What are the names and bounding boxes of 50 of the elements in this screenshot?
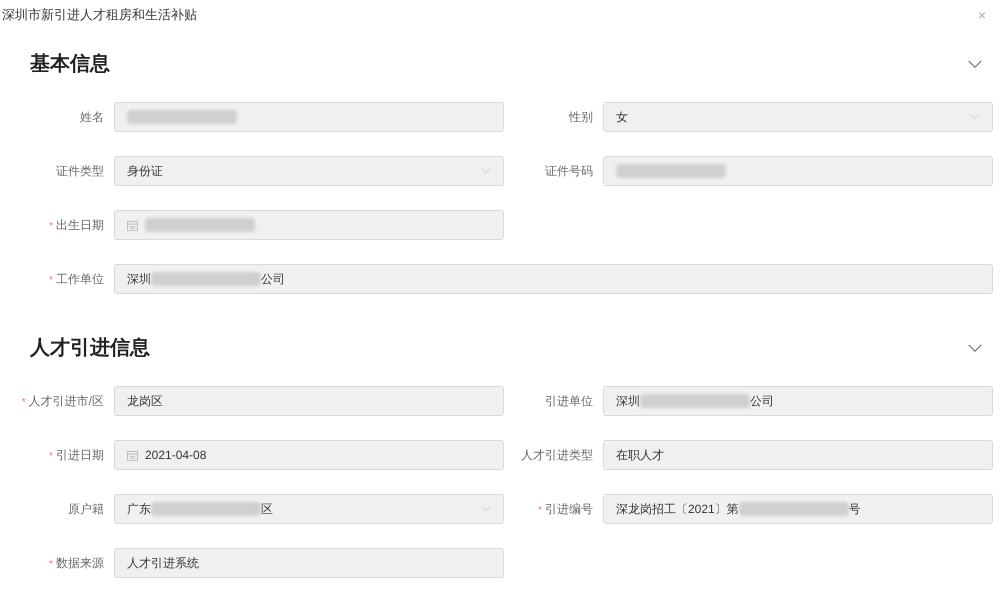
field-value: 深圳 [616,393,640,410]
input-field[interactable]: 人才引进系统 [114,548,504,578]
field-value: 深龙岗招工〔2021〕第 [616,501,739,518]
input-field[interactable] [114,102,504,132]
field-value: 广东 [127,501,151,518]
dialog-title: 深圳市新引进人才租房和生活补贴 [2,6,197,24]
date-field[interactable] [114,210,504,240]
input-field[interactable]: 深圳 公司 [603,386,993,416]
field-label: * 数据来源 [49,555,104,572]
chevron-down-icon [967,60,983,68]
section-heading: 基本信息 [30,52,110,77]
section-heading: 人才引进信息 [30,336,150,361]
field-value: 龙岗区 [127,393,163,410]
field-value: 在职人才 [616,447,664,464]
field-label: * 出生日期 [49,217,104,234]
select-field[interactable]: 女 [603,102,993,132]
calendar-icon [127,220,138,230]
date-field[interactable]: 2021-04-08 [114,440,504,470]
field-value: 2021-04-08 [145,447,206,464]
field-value: 区 [261,501,273,518]
field-label: * 人才引进市/区 [22,393,104,410]
chevron-down-icon [967,344,983,352]
field-label: * 引进编号 [538,501,593,518]
chevron-down-icon [970,114,980,120]
field-label: * 工作单位 [49,271,104,288]
field-value: 公司 [750,393,774,410]
input-field[interactable] [603,156,993,186]
field-label: 人才引进类型 [521,447,593,464]
field-value: 身份证 [127,163,163,180]
field-value: 公司 [261,271,285,288]
field-value: 人才引进系统 [127,555,199,572]
field-value: 深圳 [127,271,151,288]
chevron-down-icon [481,168,491,174]
input-field[interactable]: 深圳 公司 [114,264,993,294]
field-label: 证件号码 [545,163,593,180]
select-field[interactable]: 身份证 [114,156,504,186]
input-field[interactable]: 深龙岗招工〔2021〕第 号 [603,494,993,524]
input-field[interactable]: 在职人才 [603,440,993,470]
input-field[interactable]: 龙岗区 [114,386,504,416]
calendar-icon [127,450,138,460]
field-label: 证件类型 [56,163,104,180]
field-label: 原户籍 [68,501,104,518]
field-value: 女 [616,109,628,126]
field-label: * 引进日期 [49,447,104,464]
field-value: 号 [848,501,861,518]
field-label: 引进单位 [545,393,593,410]
field-label: 姓名 [80,109,104,126]
chevron-down-icon [481,506,491,512]
select-field[interactable]: 广东 区 [114,494,504,524]
field-label: 性别 [569,109,593,126]
